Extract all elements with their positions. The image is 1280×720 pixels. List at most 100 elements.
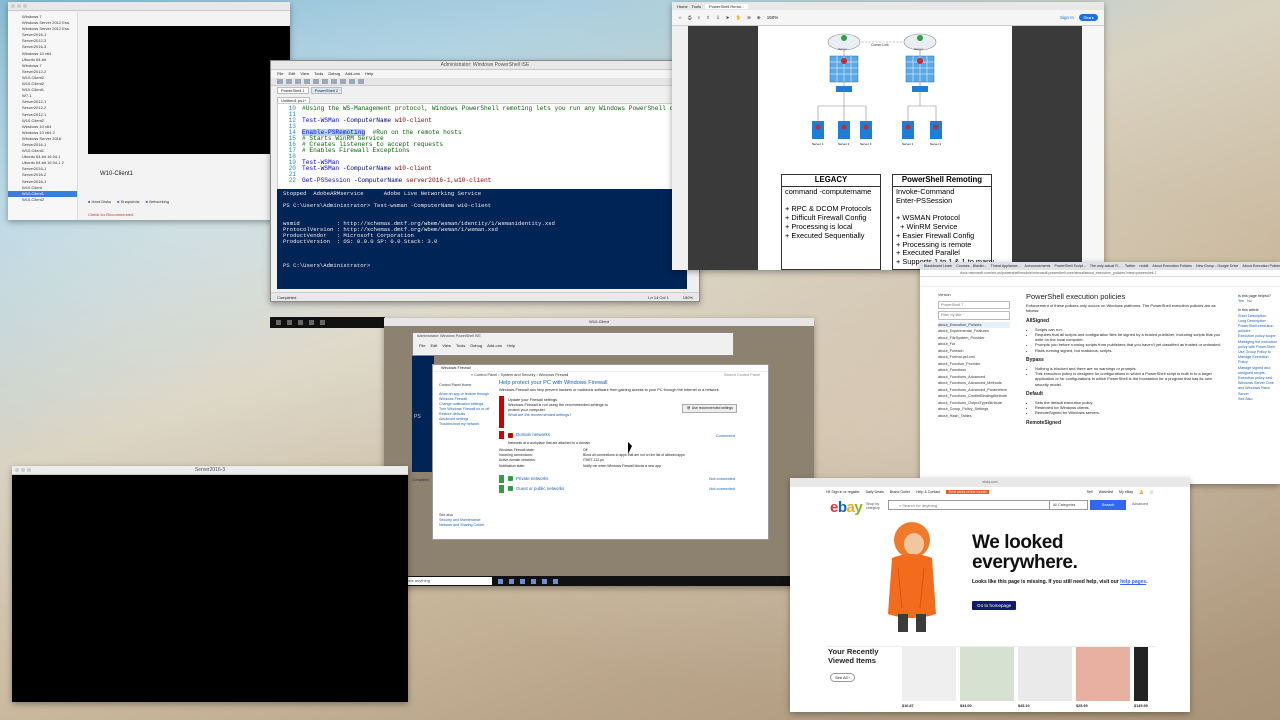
store-icon[interactable] [531, 578, 537, 584]
yes-button[interactable]: Yes [1238, 299, 1244, 303]
docs-nav-item[interactable]: about_Functions_CmdletBindingAttribute [938, 393, 1010, 400]
address-bar[interactable]: ebay.com [790, 478, 1190, 487]
toc-link[interactable]: Manage signed and unsigned scripts [1238, 366, 1278, 376]
my-ebay-link[interactable]: My eBay [1119, 490, 1133, 494]
zoom-out-icon[interactable]: ⊖ [747, 15, 751, 21]
firewall-titlebar[interactable]: Windows Firewall [433, 365, 768, 372]
inner-menu-item[interactable]: View [442, 343, 451, 348]
zoom-in-icon[interactable]: ⊕ [757, 15, 761, 21]
toc-link[interactable]: PowerShell execution policies [1238, 324, 1278, 334]
private-networks-row[interactable]: Private networks Not connected [499, 474, 739, 483]
open-icon[interactable] [286, 79, 292, 84]
menu-debug[interactable]: Debug [328, 71, 340, 77]
recent-item-thumbnail[interactable] [960, 647, 1014, 701]
vm-preview[interactable] [88, 26, 290, 154]
brand-outlet-link[interactable]: Brand Outlet [890, 490, 910, 494]
networking-item[interactable]: ■ Networking [146, 199, 170, 204]
menu-view[interactable]: View [300, 71, 309, 77]
recent-item-thumbnail[interactable] [1134, 647, 1148, 701]
cart-icon[interactable]: 🛒 [1150, 490, 1154, 494]
inner-menu-item[interactable]: Help [507, 343, 515, 348]
pdf-left-rail[interactable] [672, 26, 688, 270]
check-recommended-link[interactable]: Check for Recommended [88, 212, 133, 217]
browser-tab[interactable]: Twitter [1125, 264, 1136, 268]
docs-nav-item[interactable]: about_Hash_Tables [938, 413, 1010, 420]
search-icon[interactable] [287, 320, 292, 325]
toc-link[interactable]: Execution policy scope [1238, 334, 1278, 339]
browser-tab[interactable]: The only actual R... [1090, 264, 1121, 268]
stop-icon[interactable] [349, 79, 355, 84]
menu-tools[interactable]: Tools [314, 71, 323, 77]
zoom-level[interactable]: 150% [683, 293, 693, 301]
inner-menu-item[interactable]: Add-ons [487, 343, 502, 348]
recommended-settings-link[interactable]: What are the recommended settings? [508, 413, 735, 418]
snapshots-item[interactable]: ■ Snapshots [117, 199, 139, 204]
task-view-icon[interactable] [298, 320, 303, 325]
sell-link[interactable]: Sell [1087, 490, 1093, 494]
category-select[interactable]: All Categories [1050, 500, 1088, 510]
remote-icon[interactable] [358, 79, 364, 84]
see-all-button[interactable]: See All › [830, 673, 855, 682]
ebay-search-button[interactable]: Search [1090, 500, 1126, 510]
tab-powershell-1[interactable]: PowerShell 1 [277, 87, 309, 94]
sign-in-link[interactable]: Sign In [1060, 15, 1074, 20]
save-icon[interactable] [295, 79, 301, 84]
version-select[interactable]: PowerShell 7 [938, 300, 1010, 309]
inner-menu-item[interactable]: Tools [456, 343, 465, 348]
help-contact-link[interactable]: Help & Contact [916, 490, 940, 494]
ise-titlebar[interactable]: Administrator: Windows PowerShell ISE [271, 61, 699, 70]
edge-icon[interactable] [509, 578, 515, 584]
no-button[interactable]: No [1247, 299, 1252, 303]
recent-item-thumbnail[interactable] [1076, 647, 1130, 701]
search-control-panel-input[interactable]: Search Control Panel [724, 372, 760, 379]
paste-icon[interactable] [322, 79, 328, 84]
advanced-search-link[interactable]: Advanced [1132, 502, 1148, 506]
firewall-task-link[interactable]: Allow an app or feature through Windows … [439, 392, 491, 402]
control-panel-home-link[interactable]: Control Panel Home [439, 383, 491, 388]
public-networks-row[interactable]: Guest or public networks Not connected [499, 484, 739, 493]
hard-disks-item[interactable]: ■ Hard Disks [88, 199, 111, 204]
powershell-icon[interactable] [320, 320, 325, 325]
vm-titlebar[interactable]: W10-Client [384, 318, 814, 326]
browser-tab[interactable]: Blackboard Learn [924, 264, 952, 268]
share-button[interactable]: Share [1079, 14, 1098, 21]
menu-addons[interactable]: Add-ons [345, 71, 360, 77]
shop-by-category[interactable]: Shop by category [866, 502, 880, 510]
page-up-icon[interactable]: ⇧ [706, 15, 710, 21]
hand-icon[interactable]: ✋ [736, 15, 742, 21]
search-icon[interactable]: ⌕ [698, 15, 701, 20]
daily-deals-link[interactable]: Daily Deals [866, 490, 884, 494]
tab-document[interactable]: PowerShell Remo... [705, 3, 749, 9]
ebay-logo[interactable]: ebay [830, 499, 863, 516]
black-vm-titlebar[interactable]: Server2016-3 [12, 466, 408, 475]
sign-in-link[interactable]: Hi! Sign in or register [826, 490, 860, 494]
run-selection-icon[interactable] [340, 79, 346, 84]
vm-manager-titlebar[interactable] [8, 2, 290, 11]
filter-input[interactable]: Filter by title [938, 311, 1010, 320]
page-down-icon[interactable]: ⇩ [716, 15, 720, 21]
pdf-tools-rail[interactable] [1082, 26, 1104, 270]
address-bar[interactable]: docs.microsoft.com/en-us/powershell/modu… [920, 270, 1280, 277]
menu-file[interactable]: File [277, 71, 283, 77]
bookmark-icon[interactable]: ☆ [678, 15, 682, 21]
browser-tab[interactable]: Courses - Blackb... [956, 264, 986, 268]
inner-menu-item[interactable]: File [419, 343, 425, 348]
inner-ise-title[interactable]: Administrator: Windows PowerShell ISE [413, 333, 733, 340]
toc-link[interactable]: See Also [1238, 397, 1278, 402]
breadcrumb-path[interactable]: « Control Panel › System and Security › … [471, 372, 568, 379]
recent-item-thumbnail[interactable] [902, 647, 956, 701]
ebay-search-input[interactable]: ⌕ Search for anything [888, 500, 1050, 510]
run-icon[interactable] [331, 79, 337, 84]
browser-tab[interactable]: About Execution Policies [1152, 264, 1192, 268]
explorer-icon[interactable] [309, 320, 314, 325]
console-pane[interactable]: Stopped AdobeARMservice Adobe Live Netwo… [277, 189, 687, 289]
tab-home[interactable]: Home [677, 4, 688, 9]
docs-nav-item[interactable]: about_Functions_Advanced_Methods [938, 380, 1010, 387]
mail-icon[interactable] [542, 578, 548, 584]
toc-link[interactable]: Use Group Policy to Manage Execution Pol… [1238, 350, 1278, 366]
browser-tab[interactable]: About Execution Policies - [1242, 264, 1280, 268]
firewall-task-link[interactable]: Troubleshoot my network [439, 422, 491, 427]
help-pages-link[interactable]: help pages [1120, 579, 1146, 585]
see-also-link[interactable]: Network and Sharing Center [439, 523, 491, 528]
task-view-icon[interactable] [498, 578, 504, 584]
